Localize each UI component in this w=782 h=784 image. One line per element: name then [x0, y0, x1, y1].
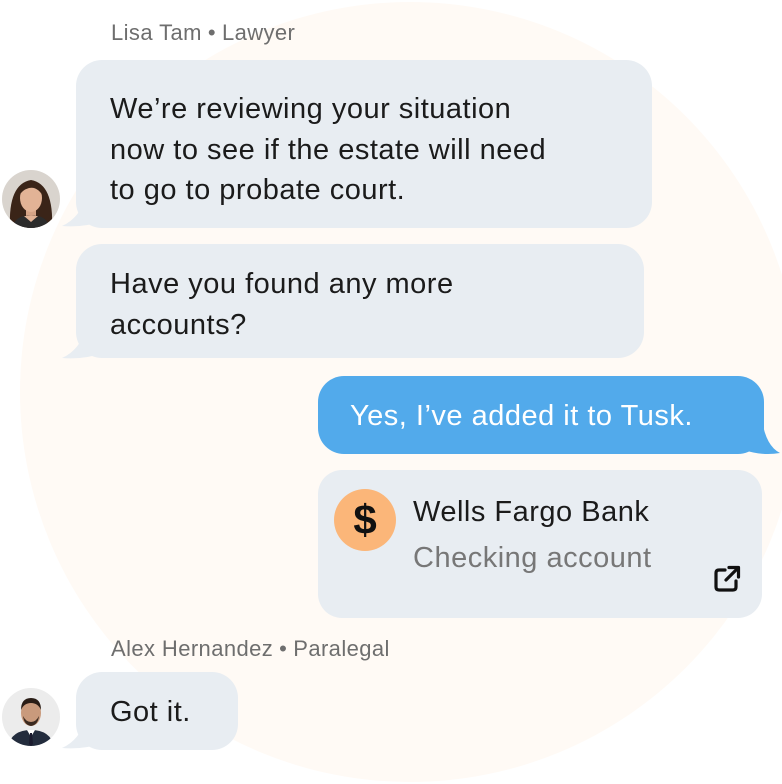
message-line: Have you found any more: [110, 268, 454, 300]
alex-avatar[interactable]: [0, 686, 62, 748]
account-attachment-card[interactable]: $ Wells Fargo Bank Checking account: [318, 470, 762, 618]
message-bubble-outgoing[interactable]: Yes, I’ve added it to Tusk.: [318, 376, 764, 454]
message-text: Got it.: [110, 696, 191, 728]
sender-label-lisa: Lisa Tam • Lawyer: [111, 20, 295, 46]
account-subtitle: Checking account: [413, 542, 652, 574]
sender-name: Alex Hernandez: [111, 636, 274, 661]
sender-name: Lisa Tam: [111, 20, 202, 45]
sender-label-alex: Alex Hernandez • Paralegal: [111, 636, 390, 662]
man-portrait-avatar: [2, 688, 60, 746]
external-link-icon[interactable]: [712, 564, 742, 594]
message-line: to go to probate court.: [110, 174, 406, 206]
message-bubble-incoming[interactable]: We’re reviewing your situation now to se…: [76, 60, 652, 228]
lisa-avatar[interactable]: [0, 168, 62, 230]
message-bubble-incoming[interactable]: Got it.: [76, 672, 238, 750]
dollar-sign-icon: $: [334, 489, 396, 551]
sender-separator: •: [279, 636, 288, 661]
woman-portrait-avatar: [2, 170, 60, 228]
message-line: now to see if the estate will need: [110, 133, 547, 166]
sender-role: Lawyer: [221, 20, 296, 45]
message-text: Yes, I’ve added it to Tusk.: [350, 400, 693, 432]
account-title: Wells Fargo Bank: [413, 496, 650, 528]
message-bubble-incoming[interactable]: Have you found any more accounts?: [76, 244, 644, 358]
message-line: We’re reviewing your situation: [110, 93, 512, 125]
message-line: accounts?: [110, 308, 247, 341]
sender-separator: •: [207, 20, 216, 45]
sender-role: Paralegal: [293, 636, 390, 661]
